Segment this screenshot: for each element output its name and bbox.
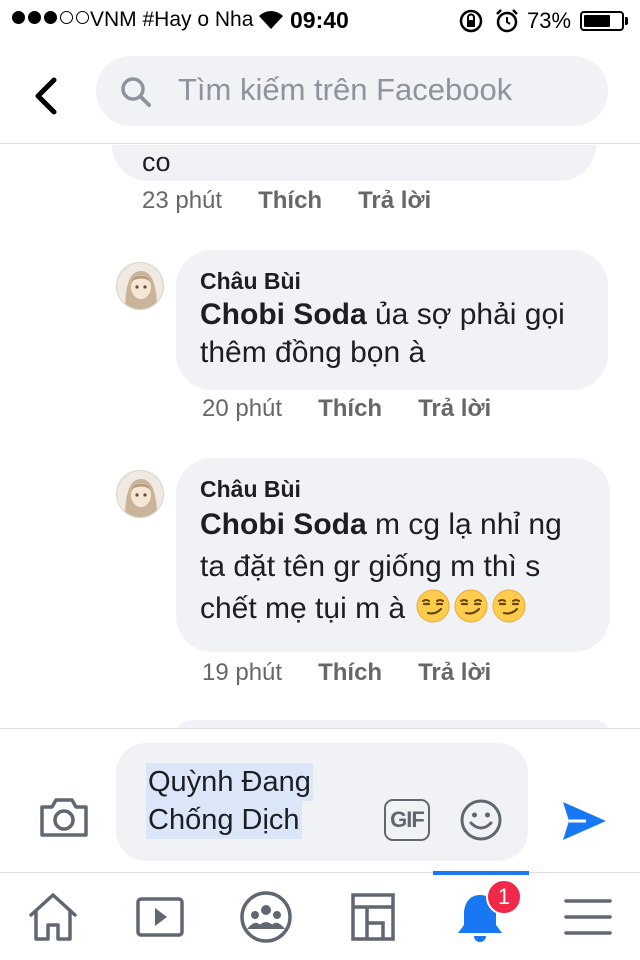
comment-time: 20 phút (202, 395, 283, 422)
comment-bubble[interactable]: Châu Bùi Chobi Soda m cg lạ nhỉ ng ta đặ… (176, 458, 610, 652)
like-button[interactable]: Thích (258, 187, 322, 215)
comment-author[interactable]: Châu Bùi (200, 266, 584, 296)
rotation-lock-icon (459, 9, 483, 33)
reply-button[interactable]: Trả lời (418, 659, 491, 687)
like-button[interactable]: Thích (318, 395, 382, 423)
mention-link[interactable]: Chobi Soda (200, 508, 367, 541)
next-comment-bubble (176, 720, 610, 728)
avatar[interactable] (116, 470, 164, 518)
like-button[interactable]: Thích (318, 659, 382, 687)
avatar[interactable] (116, 262, 164, 310)
gif-icon: GIF (390, 807, 425, 832)
comment-author[interactable]: Châu Bùi (200, 474, 586, 504)
marketplace-icon (351, 893, 395, 941)
emoji-button[interactable] (458, 797, 504, 848)
status-bar: VNM #Hay o Nha 09:40 73% (0, 0, 640, 40)
home-icon (29, 893, 77, 941)
camera-icon (40, 798, 88, 837)
smirk-emoji (492, 589, 526, 623)
comment-text: Chobi Soda m cg lạ nhỉ ng ta đặt tên gr … (200, 508, 562, 625)
comment-time: 19 phút (202, 659, 283, 686)
groups-icon (240, 891, 292, 943)
comment-composer: Quỳnh Đang Chống Dịch GIF (0, 728, 640, 872)
gif-button[interactable]: GIF (384, 799, 430, 841)
comment-meta: 20 phút Thích Trả lời (202, 395, 491, 423)
comment-input-text: Quỳnh Đang Chống Dịch (146, 763, 313, 839)
search-icon (121, 77, 151, 107)
battery-icon (580, 11, 624, 31)
camera-button[interactable] (38, 795, 90, 844)
comment-text: Chobi Soda ủa sợ phải gọi thêm đồng bọn … (200, 298, 565, 369)
wifi-icon (259, 11, 283, 29)
mention-link[interactable]: Chobi Soda (200, 298, 367, 331)
battery-percent: 73% (527, 8, 572, 33)
reply-button[interactable]: Trả lời (358, 187, 431, 215)
comment-bubble[interactable]: Châu Bùi Chobi Soda ủa sợ phải gọi thêm … (176, 250, 608, 390)
send-button[interactable] (560, 799, 608, 848)
tab-groups[interactable] (238, 891, 294, 943)
notification-badge: 1 (486, 879, 522, 915)
back-button[interactable] (26, 74, 66, 118)
active-tab-indicator (433, 871, 529, 875)
comment-time: 23 phút (142, 187, 223, 214)
avatar-image (117, 471, 163, 517)
send-icon (563, 802, 606, 840)
alarm-icon (496, 9, 518, 33)
watch-icon (136, 897, 184, 937)
tab-marketplace[interactable] (345, 891, 401, 943)
tab-menu[interactable] (560, 891, 616, 943)
emoji-row (413, 589, 527, 625)
carrier-name: VNM #Hay o Nha (90, 8, 254, 31)
reply-button[interactable]: Trả lời (418, 395, 491, 423)
smirk-emoji (454, 589, 488, 623)
comment-text: co (142, 147, 171, 177)
tab-home[interactable] (25, 891, 81, 943)
clock: 09:40 (290, 7, 349, 33)
bottom-tab-bar: 1 (0, 871, 640, 960)
comment-meta: 19 phút Thích Trả lời (202, 659, 491, 687)
menu-icon (564, 899, 612, 935)
search-input[interactable]: Tìm kiếm trên Facebook (96, 56, 608, 126)
smirk-emoji (416, 589, 450, 623)
search-header: Tìm kiếm trên Facebook (0, 40, 640, 144)
comment-thread: co 23 phút Thích Trả lời Châu Bùi Chobi … (0, 145, 640, 728)
avatar-image (117, 263, 163, 309)
back-icon (35, 77, 57, 115)
tab-watch[interactable] (132, 891, 188, 943)
comment-meta: 23 phút Thích Trả lời (142, 187, 431, 215)
search-placeholder: Tìm kiếm trên Facebook (178, 72, 513, 107)
comment-input[interactable]: Quỳnh Đang Chống Dịch GIF (116, 743, 528, 861)
signal-strength-icon (12, 11, 89, 24)
emoji-icon (460, 799, 502, 841)
comment-bubble[interactable]: co (112, 145, 596, 181)
